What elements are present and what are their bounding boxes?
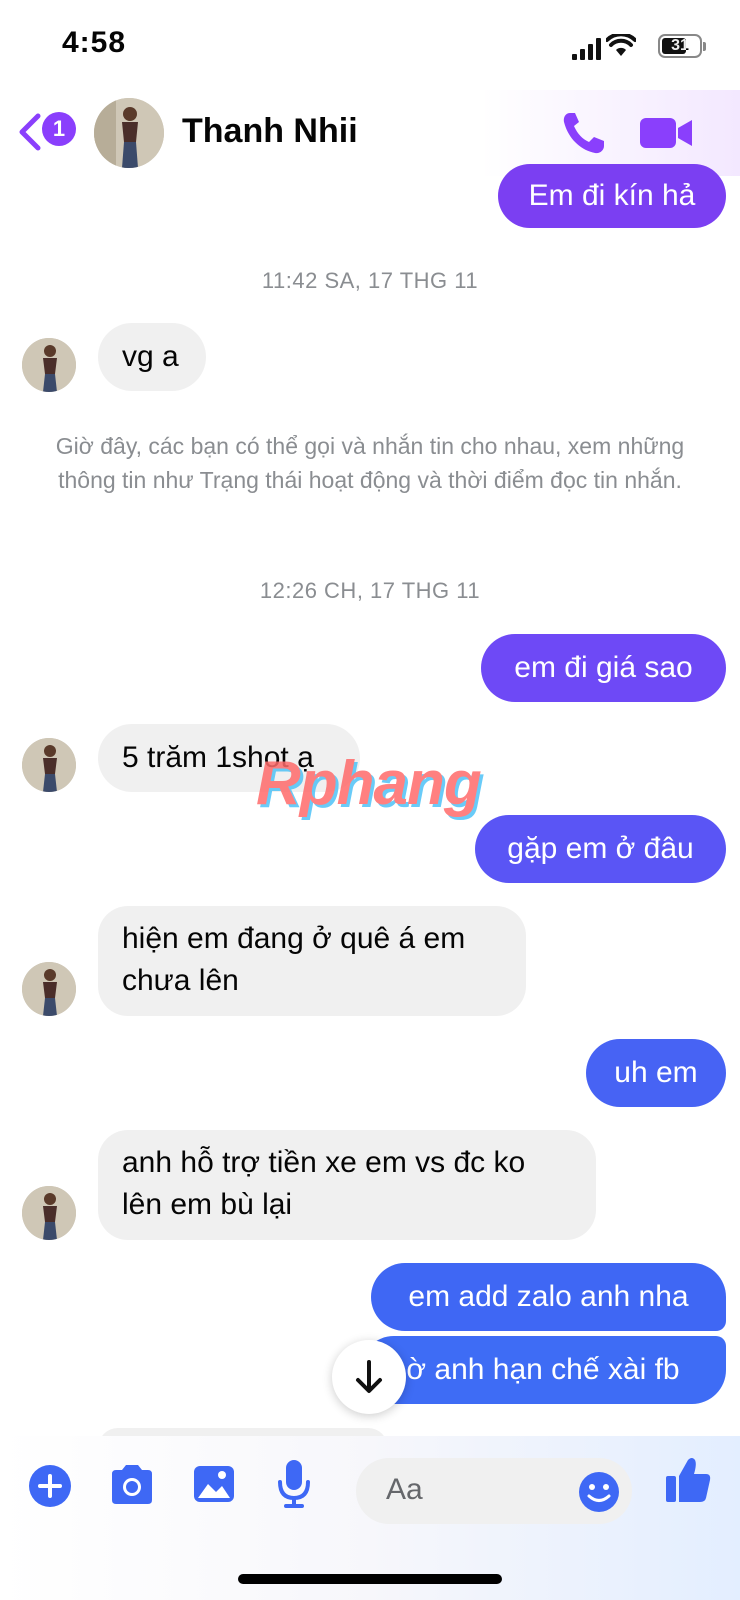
message-input[interactable]: Aa bbox=[356, 1458, 632, 1524]
video-call-icon[interactable] bbox=[638, 112, 694, 154]
sender-avatar bbox=[22, 738, 76, 792]
status-bar: 4:58 31 bbox=[0, 0, 740, 90]
gallery-icon[interactable] bbox=[192, 1462, 236, 1506]
cellular-signal-icon bbox=[572, 38, 602, 60]
contact-avatar[interactable] bbox=[94, 98, 164, 168]
emoji-icon[interactable] bbox=[578, 1471, 620, 1513]
outgoing-message[interactable]: ờ anh hạn chế xài fb bbox=[360, 1336, 726, 1404]
status-time: 4:58 bbox=[62, 26, 127, 59]
thumbs-up-icon[interactable] bbox=[664, 1456, 712, 1506]
incoming-message[interactable]: vg a bbox=[98, 323, 206, 391]
connection-notice: Giờ đây, các bạn có thể gọi và nhắn tin … bbox=[55, 433, 685, 493]
timestamp: 12:26 CH, 17 THG 11 bbox=[259, 578, 481, 603]
battery-icon: 31 bbox=[658, 34, 702, 58]
incoming-message[interactable]: anh hỗ trợ tiền xe em vs đc ko lên em bù… bbox=[98, 1130, 596, 1240]
sender-avatar bbox=[22, 962, 76, 1016]
outgoing-message[interactable]: em đi giá sao bbox=[481, 634, 726, 702]
watermark: Rphang bbox=[256, 749, 482, 818]
sender-avatar bbox=[22, 1186, 76, 1240]
battery-level: 31 bbox=[671, 37, 689, 54]
home-indicator bbox=[238, 1574, 502, 1584]
unread-badge[interactable]: 1 bbox=[42, 112, 76, 146]
sender-avatar bbox=[22, 338, 76, 392]
contact-name[interactable]: Thanh Nhii bbox=[182, 112, 358, 151]
microphone-icon[interactable] bbox=[276, 1458, 312, 1510]
scroll-to-bottom-button[interactable] bbox=[332, 1340, 406, 1414]
outgoing-message[interactable]: gặp em ở đâu bbox=[475, 815, 726, 883]
phone-call-icon[interactable] bbox=[560, 110, 608, 156]
outgoing-message[interactable]: Em đi kín hả bbox=[498, 164, 726, 228]
timestamp: 11:42 SA, 17 THG 11 bbox=[261, 268, 479, 293]
outgoing-message[interactable]: uh em bbox=[586, 1039, 726, 1107]
plus-circle-icon[interactable] bbox=[28, 1464, 72, 1508]
wifi-icon bbox=[606, 34, 636, 56]
arrow-down-icon bbox=[356, 1360, 382, 1393]
incoming-message[interactable]: hiện em đang ở quê á em chưa lên bbox=[98, 906, 526, 1016]
outgoing-message[interactable]: em add zalo anh nha bbox=[371, 1263, 726, 1331]
message-input-placeholder: Aa bbox=[386, 1473, 423, 1506]
camera-icon[interactable] bbox=[108, 1462, 156, 1508]
composer-bar: Aa bbox=[0, 1436, 740, 1600]
